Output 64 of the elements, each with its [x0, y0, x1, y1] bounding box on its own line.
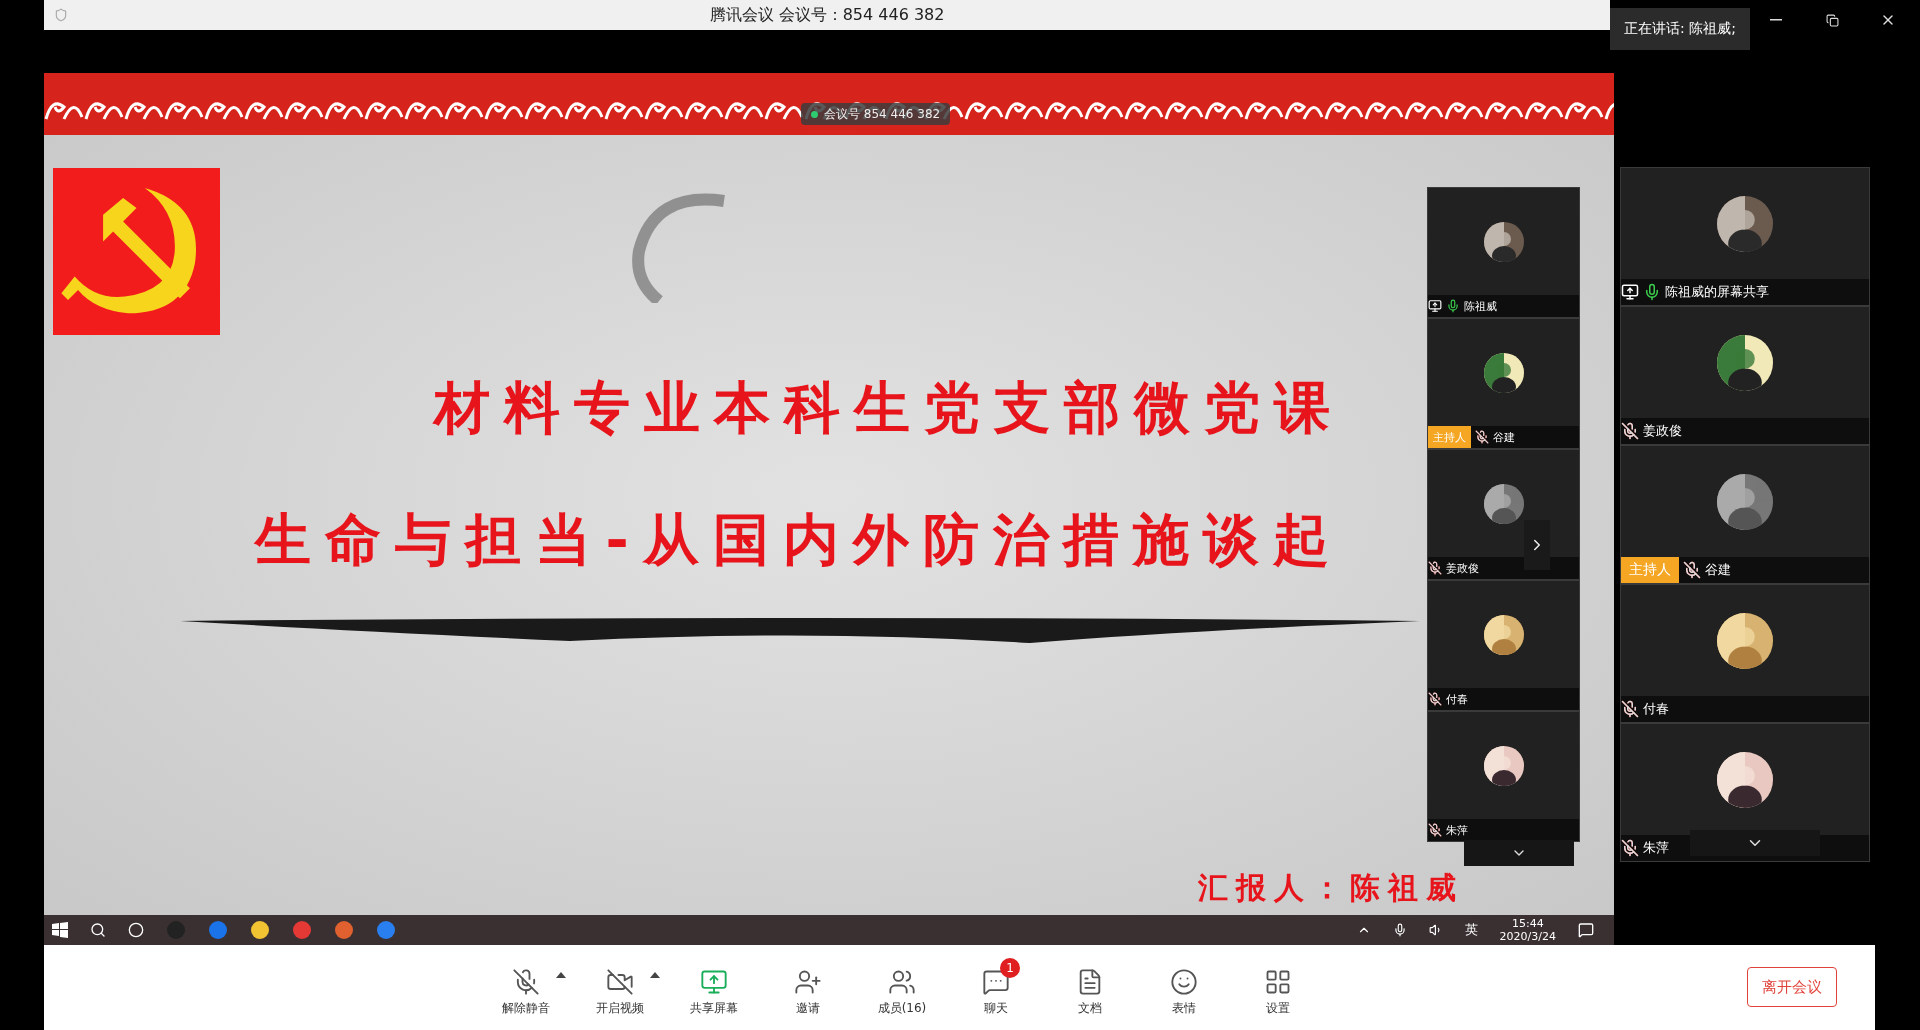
menu-caret-icon[interactable]: [650, 972, 660, 978]
app-icon[interactable]: [250, 920, 270, 940]
participant-name: 朱萍: [1643, 839, 1669, 857]
search-icon[interactable]: [90, 922, 106, 938]
video-tile[interactable]: 陈祖威的屏幕共享: [1620, 167, 1870, 306]
window-title: 腾讯会议 会议号：854 446 382: [709, 4, 945, 26]
app-icon[interactable]: [334, 920, 354, 940]
video-tile[interactable]: 朱萍: [1427, 711, 1580, 842]
windows-logo-icon[interactable]: [52, 922, 68, 938]
unread-badge: 1: [1000, 958, 1020, 978]
menu-caret-icon[interactable]: [556, 972, 566, 978]
participant-name: 陈祖威的屏幕共享: [1665, 283, 1769, 301]
app-icon[interactable]: [376, 920, 396, 940]
slide-title: 材料专业本科生党支部微党课: [434, 374, 1344, 442]
next-page-button[interactable]: [1524, 520, 1550, 570]
input-method-indicator[interactable]: 英: [1464, 921, 1478, 939]
notification-icon[interactable]: [1578, 922, 1594, 938]
status-dot: [811, 110, 818, 118]
speaking-tooltip: 正在讲话: 陈祖威;: [1610, 8, 1750, 50]
participant-name: 付春: [1446, 691, 1468, 707]
participant-name: 陈祖威: [1464, 298, 1497, 314]
video-off-icon: [606, 968, 634, 996]
video-tile[interactable]: 姜政俊: [1620, 306, 1870, 445]
video-tile[interactable]: 陈祖威: [1427, 187, 1580, 318]
meeting-id-text: 会议号 854 446 382: [824, 105, 941, 123]
video-tile[interactable]: 主持人 谷建: [1620, 445, 1870, 584]
toolbar-button[interactable]: 解除静音: [484, 958, 568, 1017]
participant-name: 姜政俊: [1643, 422, 1682, 440]
grid-icon: [1264, 968, 1292, 996]
users-icon: [888, 968, 916, 996]
participant-name: 付春: [1643, 700, 1669, 718]
presenter-text: 汇报人：陈祖威: [1198, 869, 1464, 907]
shield-icon: [54, 8, 68, 22]
toolbar-button[interactable]: 成员(16): [860, 958, 944, 1017]
toolbar-button[interactable]: 表情: [1142, 958, 1226, 1017]
mic-icon[interactable]: [1392, 923, 1407, 937]
restore-icon: [1825, 13, 1839, 27]
video-tile[interactable]: 付春: [1427, 580, 1580, 711]
screen-share-icon: [700, 968, 728, 996]
participant-name: 朱萍: [1446, 822, 1468, 838]
toolbar-button[interactable]: 邀请: [766, 958, 850, 1017]
muted-mic-icon: [512, 968, 540, 996]
leave-meeting-button[interactable]: 离开会议: [1747, 967, 1837, 1007]
host-badge: 主持人: [1428, 426, 1471, 448]
taskbar-date: 2020/3/24: [1499, 930, 1556, 943]
toolbar-button[interactable]: 开启视频: [578, 958, 662, 1017]
minimize-icon: [1770, 19, 1782, 21]
host-badge: 主持人: [1621, 557, 1679, 583]
participant-name: 谷建: [1705, 561, 1731, 579]
smiley-icon: [1170, 968, 1198, 996]
video-tile[interactable]: 主持人 谷建: [1427, 318, 1580, 449]
video-tile[interactable]: 朱萍: [1620, 723, 1870, 862]
toolbar-button[interactable]: 设置: [1236, 958, 1320, 1017]
taskbar-time: 15:44: [1511, 917, 1544, 930]
participant-name: 谷建: [1493, 429, 1515, 445]
video-tile[interactable]: 付春: [1620, 584, 1870, 723]
slide-subtitle: 生命与担当-从国内外防治措施谈起: [255, 506, 1343, 574]
toolbar-button[interactable]: 共享屏幕: [672, 958, 756, 1017]
toolbar-button[interactable]: 1 聊天: [954, 958, 1038, 1017]
participant-name: 姜政俊: [1446, 560, 1479, 576]
video-tile[interactable]: 姜政俊: [1427, 449, 1580, 580]
cortana-circle-icon[interactable]: [128, 922, 144, 938]
add-user-icon: [794, 968, 822, 996]
toolbar-button[interactable]: 文档: [1048, 958, 1132, 1017]
